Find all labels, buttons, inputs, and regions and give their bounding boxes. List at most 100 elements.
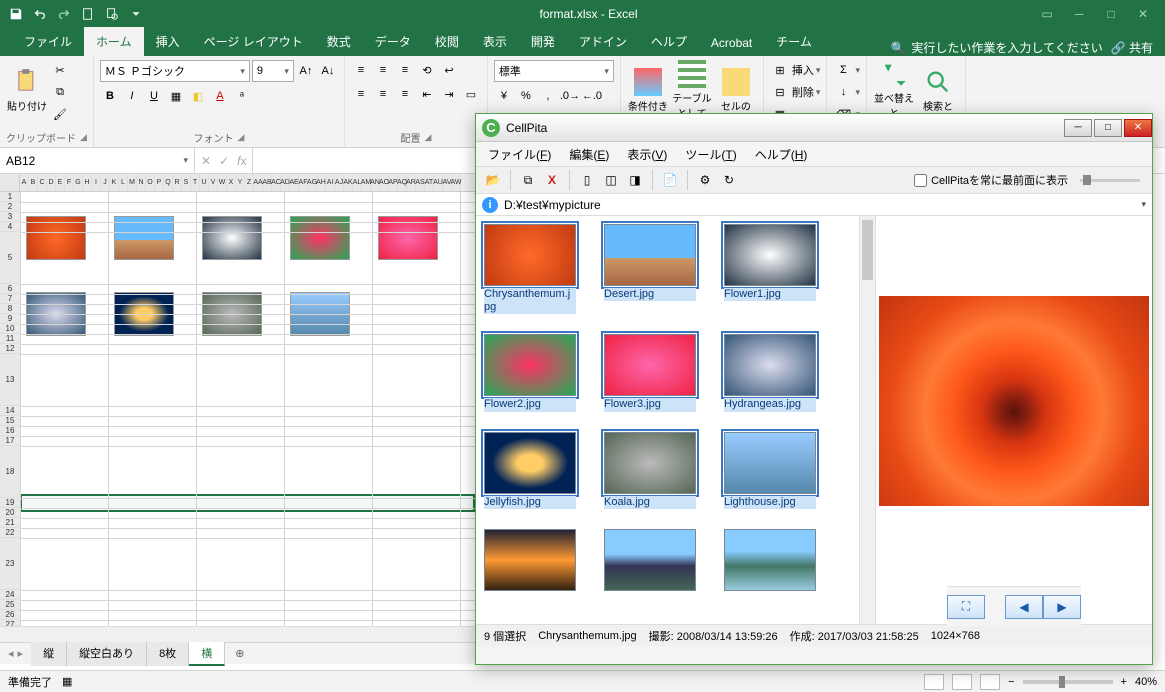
ribbon-tab-4[interactable]: 数式 (315, 27, 363, 56)
row-header[interactable]: 8 (0, 304, 20, 314)
qat-more-icon[interactable] (124, 2, 148, 26)
col-header[interactable]: U (200, 174, 209, 191)
cp-menu-tool[interactable]: ツール(T) (685, 146, 736, 163)
cp-thumbnail-item[interactable]: Chrysanthemum.jpg (484, 224, 576, 314)
col-header[interactable]: M (128, 174, 137, 191)
wrap-icon[interactable]: ↩ (439, 60, 459, 80)
sheet-nav-next-icon[interactable]: ▸ (18, 647, 24, 660)
col-header[interactable]: P (155, 174, 164, 191)
new-icon[interactable] (76, 2, 100, 26)
cp-pdf-icon[interactable]: 📄 (659, 169, 681, 191)
row-header[interactable]: 25 (0, 600, 20, 610)
bold-icon[interactable]: B (100, 86, 120, 106)
ribbon-tab-9[interactable]: アドイン (567, 27, 639, 56)
col-header[interactable]: I (92, 174, 101, 191)
inc-decimal-icon[interactable]: .0→ (560, 86, 580, 106)
row-header[interactable]: 4 (0, 222, 20, 232)
col-header[interactable]: B (29, 174, 38, 191)
ribbon-tab-7[interactable]: 表示 (471, 27, 519, 56)
cp-thumbnail-item[interactable] (724, 529, 816, 593)
col-header[interactable]: AS (416, 174, 425, 191)
cp-layout1-icon[interactable]: ▯ (576, 169, 598, 191)
row-header[interactable]: 17 (0, 436, 20, 446)
ribbon-tab-1[interactable]: ホーム (84, 27, 144, 56)
align-top-icon[interactable]: ≡ (351, 60, 371, 80)
row-header[interactable]: 9 (0, 314, 20, 324)
cp-minimize-icon[interactable]: ─ (1064, 119, 1092, 137)
currency-icon[interactable]: ¥ (494, 86, 514, 106)
col-header[interactable]: O (146, 174, 155, 191)
sheet-tab[interactable]: 縦 (31, 642, 67, 666)
number-format-combo[interactable]: 標準▾ (494, 60, 614, 82)
zoom-level[interactable]: 40% (1135, 676, 1157, 688)
cp-thumbnail-item[interactable]: Desert.jpg (604, 224, 696, 314)
horizontal-scrollbar[interactable] (0, 626, 475, 642)
col-header[interactable]: A (20, 174, 29, 191)
ribbon-tab-8[interactable]: 開発 (519, 27, 567, 56)
cp-layout2-icon[interactable]: ◫ (600, 169, 622, 191)
page-break-view-icon[interactable] (980, 674, 1000, 690)
zoom-slider[interactable] (1023, 680, 1113, 684)
enter-fx-icon[interactable]: ✓ (219, 154, 229, 168)
cp-menu-edit[interactable]: 編集(E) (569, 146, 609, 163)
worksheet[interactable]: ABCDEFGHIJKLMNOPQRSTUVWXYZAAABACADAEAFAG… (0, 174, 475, 642)
col-header[interactable]: C (38, 174, 47, 191)
orientation-icon[interactable]: ⟲ (417, 60, 437, 80)
ribbon-tab-2[interactable]: 挿入 (144, 27, 192, 56)
col-header[interactable]: E (56, 174, 65, 191)
col-header[interactable]: V (209, 174, 218, 191)
close-icon[interactable]: ✕ (1133, 4, 1153, 24)
normal-view-icon[interactable] (924, 674, 944, 690)
cp-thumbnail-item[interactable]: Flower3.jpg (604, 334, 696, 411)
col-header[interactable]: F (65, 174, 74, 191)
tell-me-search[interactable]: 🔍実行したい作業を入力してください (890, 39, 1102, 56)
col-header[interactable]: Y (236, 174, 245, 191)
cp-settings-icon[interactable]: ⚙ (694, 169, 716, 191)
format-table-button[interactable]: テーブルとして (671, 60, 713, 120)
col-header[interactable]: H (83, 174, 92, 191)
fill-color-icon[interactable]: ◧ (188, 86, 208, 106)
col-header[interactable]: X (227, 174, 236, 191)
col-header[interactable]: AI (326, 174, 335, 191)
select-all-corner[interactable] (0, 174, 20, 191)
col-header[interactable]: K (110, 174, 119, 191)
row-header[interactable]: 19 (0, 498, 20, 508)
align-right-icon[interactable]: ≡ (395, 84, 415, 104)
row-header[interactable]: 5 (0, 232, 20, 284)
sheet-nav-prev-icon[interactable]: ◂ (8, 647, 14, 660)
row-header[interactable]: 22 (0, 528, 20, 538)
font-size-combo[interactable]: 9▾ (252, 60, 294, 82)
align-center-icon[interactable]: ≡ (373, 84, 393, 104)
undo-icon[interactable] (28, 2, 52, 26)
fx-icon[interactable]: fx (237, 154, 246, 168)
col-header[interactable]: L (119, 174, 128, 191)
comma-icon[interactable]: , (538, 86, 558, 106)
row-header[interactable]: 6 (0, 284, 20, 294)
ribbon-tab-10[interactable]: ヘルプ (639, 27, 699, 56)
row-header[interactable]: 7 (0, 294, 20, 304)
merge-icon[interactable]: ▭ (461, 84, 481, 104)
cp-menu-help[interactable]: ヘルプ(H) (755, 146, 808, 163)
font-name-combo[interactable]: ＭＳ Ｐゴシック▾ (100, 60, 250, 82)
col-header[interactable]: AW (452, 174, 461, 191)
sheet-tab[interactable]: 縦空白あり (67, 642, 147, 666)
cellpita-thumbnail-list[interactable]: Chrysanthemum.jpgDesert.jpgFlower1.jpgFl… (476, 216, 860, 624)
cancel-fx-icon[interactable]: ✕ (201, 154, 211, 168)
minimize-icon[interactable]: ─ (1069, 4, 1089, 24)
col-header[interactable]: T (191, 174, 200, 191)
cp-path-dropdown-icon[interactable]: ▾ (1141, 199, 1146, 210)
col-header[interactable]: AK (344, 174, 353, 191)
cp-always-top-checkbox[interactable] (914, 174, 927, 187)
cp-menu-view[interactable]: 表示(V) (627, 146, 667, 163)
conditional-format-button[interactable]: 条件付き (627, 60, 669, 120)
cp-thumbnail-item[interactable] (604, 529, 696, 593)
ribbon-tab-3[interactable]: ページ レイアウト (192, 27, 315, 56)
dec-decimal-icon[interactable]: ←.0 (582, 86, 602, 106)
sort-filter-button[interactable]: 並べ替えと (873, 60, 915, 120)
cellpita-titlebar[interactable]: C CellPita ─ □ ✕ (476, 114, 1152, 142)
zoom-out-icon[interactable]: − (1008, 676, 1014, 688)
dialog-launcher-icon[interactable]: ◢ (424, 132, 431, 143)
ribbon-tab-5[interactable]: データ (363, 27, 423, 56)
col-header[interactable]: W (218, 174, 227, 191)
border-icon[interactable]: ▦ (166, 86, 186, 106)
